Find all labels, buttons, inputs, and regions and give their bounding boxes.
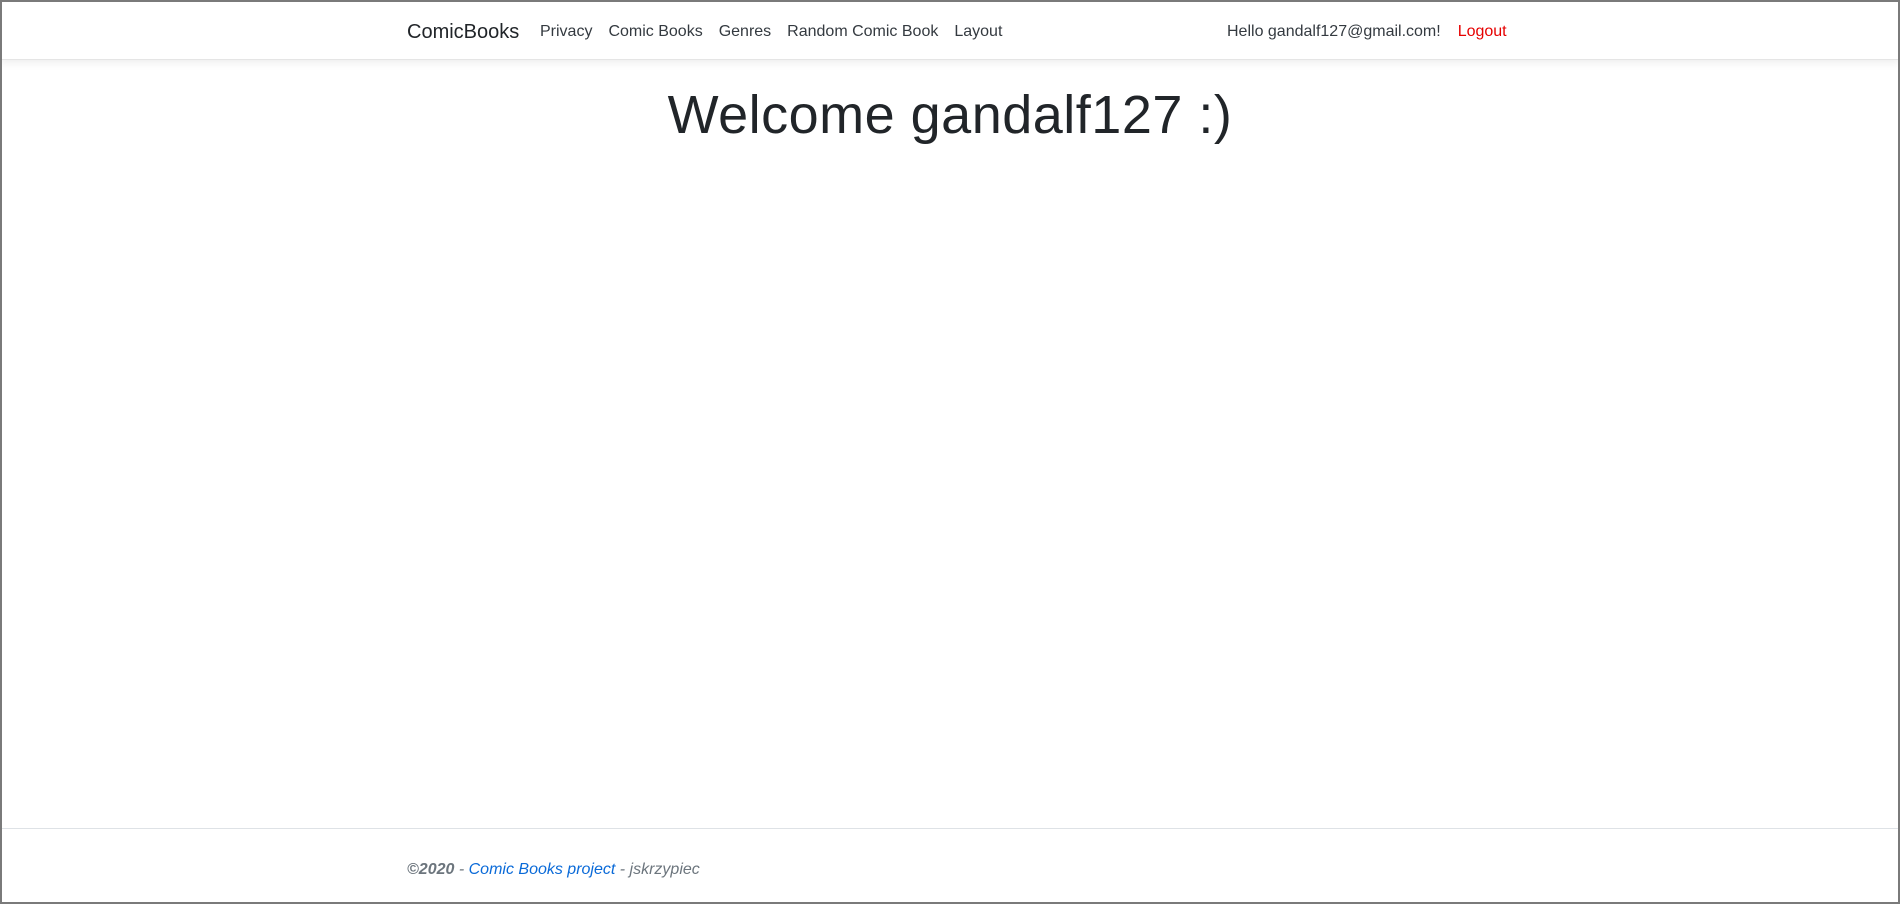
nav-link-layout[interactable]: Layout — [954, 22, 1002, 42]
footer-author: jskrzypiec — [629, 861, 700, 878]
nav-link-privacy[interactable]: Privacy — [540, 22, 592, 42]
nav-menu: Privacy Comic Books Genres Random Comic … — [540, 22, 1002, 42]
footer-separator: - — [615, 861, 630, 878]
brand-link[interactable]: ComicBooks — [407, 20, 519, 44]
navbar: ComicBooks Privacy Comic Books Genres Ra… — [0, 0, 1900, 60]
nav-link-comic-books[interactable]: Comic Books — [608, 22, 702, 42]
footer-copyright: ©2020 — [407, 861, 455, 878]
user-greeting: Hello gandalf127@gmail.com! — [1227, 23, 1441, 40]
footer-text: ©2020 - Comic Books project - jskrzypiec — [407, 860, 700, 880]
logout-button[interactable]: Logout — [1458, 22, 1507, 42]
footer-project-link[interactable]: Comic Books project — [469, 861, 616, 878]
footer-separator: - — [454, 861, 469, 878]
nav-link-random-comic-book[interactable]: Random Comic Book — [787, 22, 938, 42]
welcome-heading: Welcome gandalf127 :) — [667, 85, 1233, 145]
footer: ©2020 - Comic Books project - jskrzypiec — [0, 828, 1900, 902]
user-area: Hello gandalf127@gmail.com! Logout — [1227, 22, 1507, 42]
nav-link-genres[interactable]: Genres — [719, 22, 771, 42]
